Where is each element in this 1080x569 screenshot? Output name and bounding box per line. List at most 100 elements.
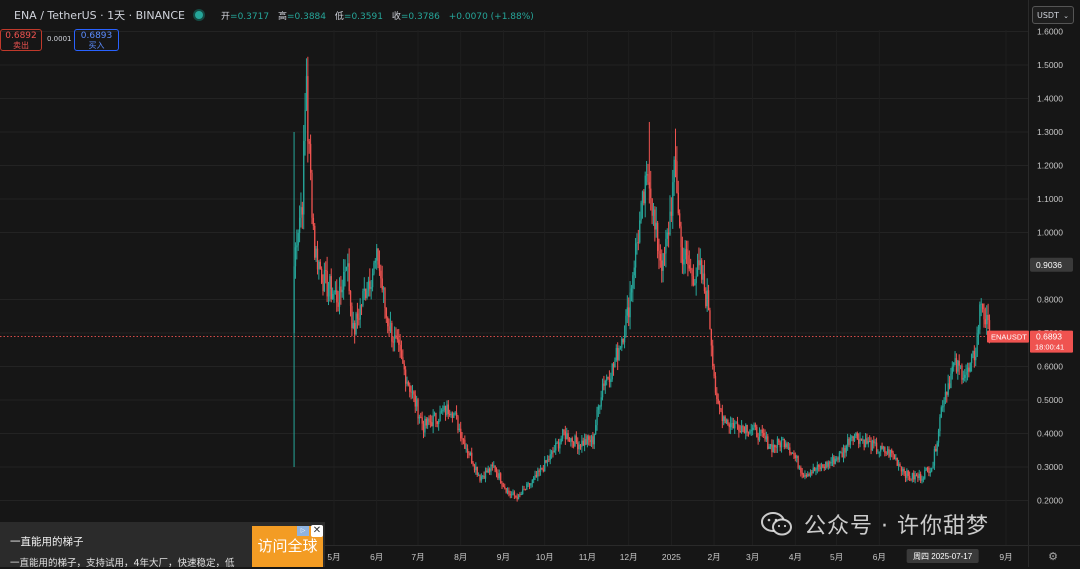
candle-body <box>789 447 791 454</box>
candle-body <box>337 302 339 307</box>
candle-body <box>877 451 879 453</box>
candle-body <box>701 260 703 280</box>
candle-body <box>851 436 853 438</box>
ad-banner[interactable]: 一直能用的梯子 一直能用的梯子，支持试用，4年大厂，快速稳定，低 访问全球 <box>0 522 325 569</box>
candle-body <box>610 379 612 382</box>
candle-body <box>668 232 670 235</box>
candle-body <box>384 288 386 309</box>
candle-body <box>831 456 834 463</box>
candle-body <box>432 415 434 427</box>
candle-body <box>654 209 656 230</box>
candle-body <box>753 424 755 428</box>
candle-body <box>841 452 843 458</box>
candle-body <box>466 448 469 454</box>
candle-body <box>721 411 724 422</box>
candle-body <box>768 446 770 449</box>
buy-label: 买入 <box>88 41 105 50</box>
candle-body <box>935 448 937 452</box>
candle-body <box>710 329 713 346</box>
candle-body <box>435 412 437 422</box>
candle-body <box>805 474 808 477</box>
candle-body <box>592 436 594 445</box>
candle-body <box>713 365 715 377</box>
candle-body <box>546 459 549 463</box>
candle-body <box>308 141 310 144</box>
candle-body <box>707 290 710 311</box>
candle-body <box>425 418 427 426</box>
candle-body <box>871 440 874 451</box>
candle-body <box>915 475 918 476</box>
candle-body <box>322 282 324 291</box>
candle-body <box>684 249 686 260</box>
candle-body <box>929 471 931 474</box>
x-tick-label: 6月 <box>873 552 886 562</box>
candle-body <box>442 410 444 412</box>
candle-body <box>859 438 861 444</box>
candle-body <box>878 451 881 453</box>
candle-body <box>427 418 429 426</box>
candle-body <box>893 454 896 460</box>
candle-body <box>438 420 440 424</box>
candle-body <box>479 474 481 481</box>
candle-body <box>473 465 476 471</box>
candle-body <box>703 273 706 292</box>
candle-body <box>446 404 448 415</box>
candle-body <box>739 431 741 433</box>
candle-body <box>571 438 573 442</box>
candlestick-chart[interactable]: 1.6000 1.5000 1.4000 1.3000 1.2000 1.1000 1.00… <box>0 0 1080 567</box>
candle-body <box>476 466 478 476</box>
candle-body <box>690 268 692 270</box>
currency-select[interactable]: USDT ⌄ <box>1032 6 1074 24</box>
candle-body <box>897 463 900 466</box>
candle-body <box>790 453 792 455</box>
candle-body <box>406 381 408 384</box>
candle-body <box>772 444 774 453</box>
candle-body <box>500 473 502 483</box>
candle-body <box>519 494 521 496</box>
candle-body <box>344 269 346 272</box>
candle-body <box>808 474 810 476</box>
settings-icon[interactable]: ⚙ <box>1047 551 1059 563</box>
candle-body <box>779 442 781 448</box>
candle-body <box>837 458 839 460</box>
candle-body <box>358 318 360 320</box>
candle-body <box>490 464 492 472</box>
candle-body <box>618 348 620 360</box>
candle-body <box>698 260 700 266</box>
candle-body <box>906 470 908 478</box>
symbol-title[interactable]: ENA / TetherUS · 1天 · BINANCE <box>14 7 185 23</box>
close-label: 收 <box>391 11 401 22</box>
candle-body <box>443 405 445 411</box>
candle-body <box>946 392 948 395</box>
candle-body <box>913 472 915 480</box>
y-tick-label: 0.6000 <box>1037 362 1063 372</box>
close-icon[interactable]: ✕ <box>311 525 323 537</box>
candle-body <box>329 276 331 289</box>
y-tick-label: 1.5000 <box>1037 60 1063 70</box>
candle-body <box>797 456 799 468</box>
candle-body <box>676 161 678 193</box>
sell-button[interactable]: 0.6892 卖出 <box>0 29 42 51</box>
candle-body <box>573 441 575 447</box>
candle-body <box>528 483 531 486</box>
candle-body <box>892 452 894 455</box>
candle-body <box>421 417 423 424</box>
candle-body <box>581 440 583 447</box>
candle-body <box>800 467 802 473</box>
candle-body <box>462 438 465 440</box>
crosshair-price-value: 0.9036 <box>1036 260 1062 270</box>
candle-body <box>939 417 941 432</box>
candle-body <box>758 430 761 441</box>
x-tick-label: 6月 <box>370 552 383 562</box>
buy-button[interactable]: 0.6893 买入 <box>74 29 119 51</box>
candle-body <box>561 429 564 439</box>
candle-body <box>542 469 545 472</box>
candle-body <box>509 494 511 496</box>
candle-body <box>336 290 338 303</box>
candle-body <box>312 217 315 226</box>
candle-body <box>360 305 363 307</box>
candle-body <box>822 464 824 467</box>
candle-body <box>505 488 507 493</box>
candle-body <box>458 428 461 431</box>
candle-body <box>816 465 819 470</box>
